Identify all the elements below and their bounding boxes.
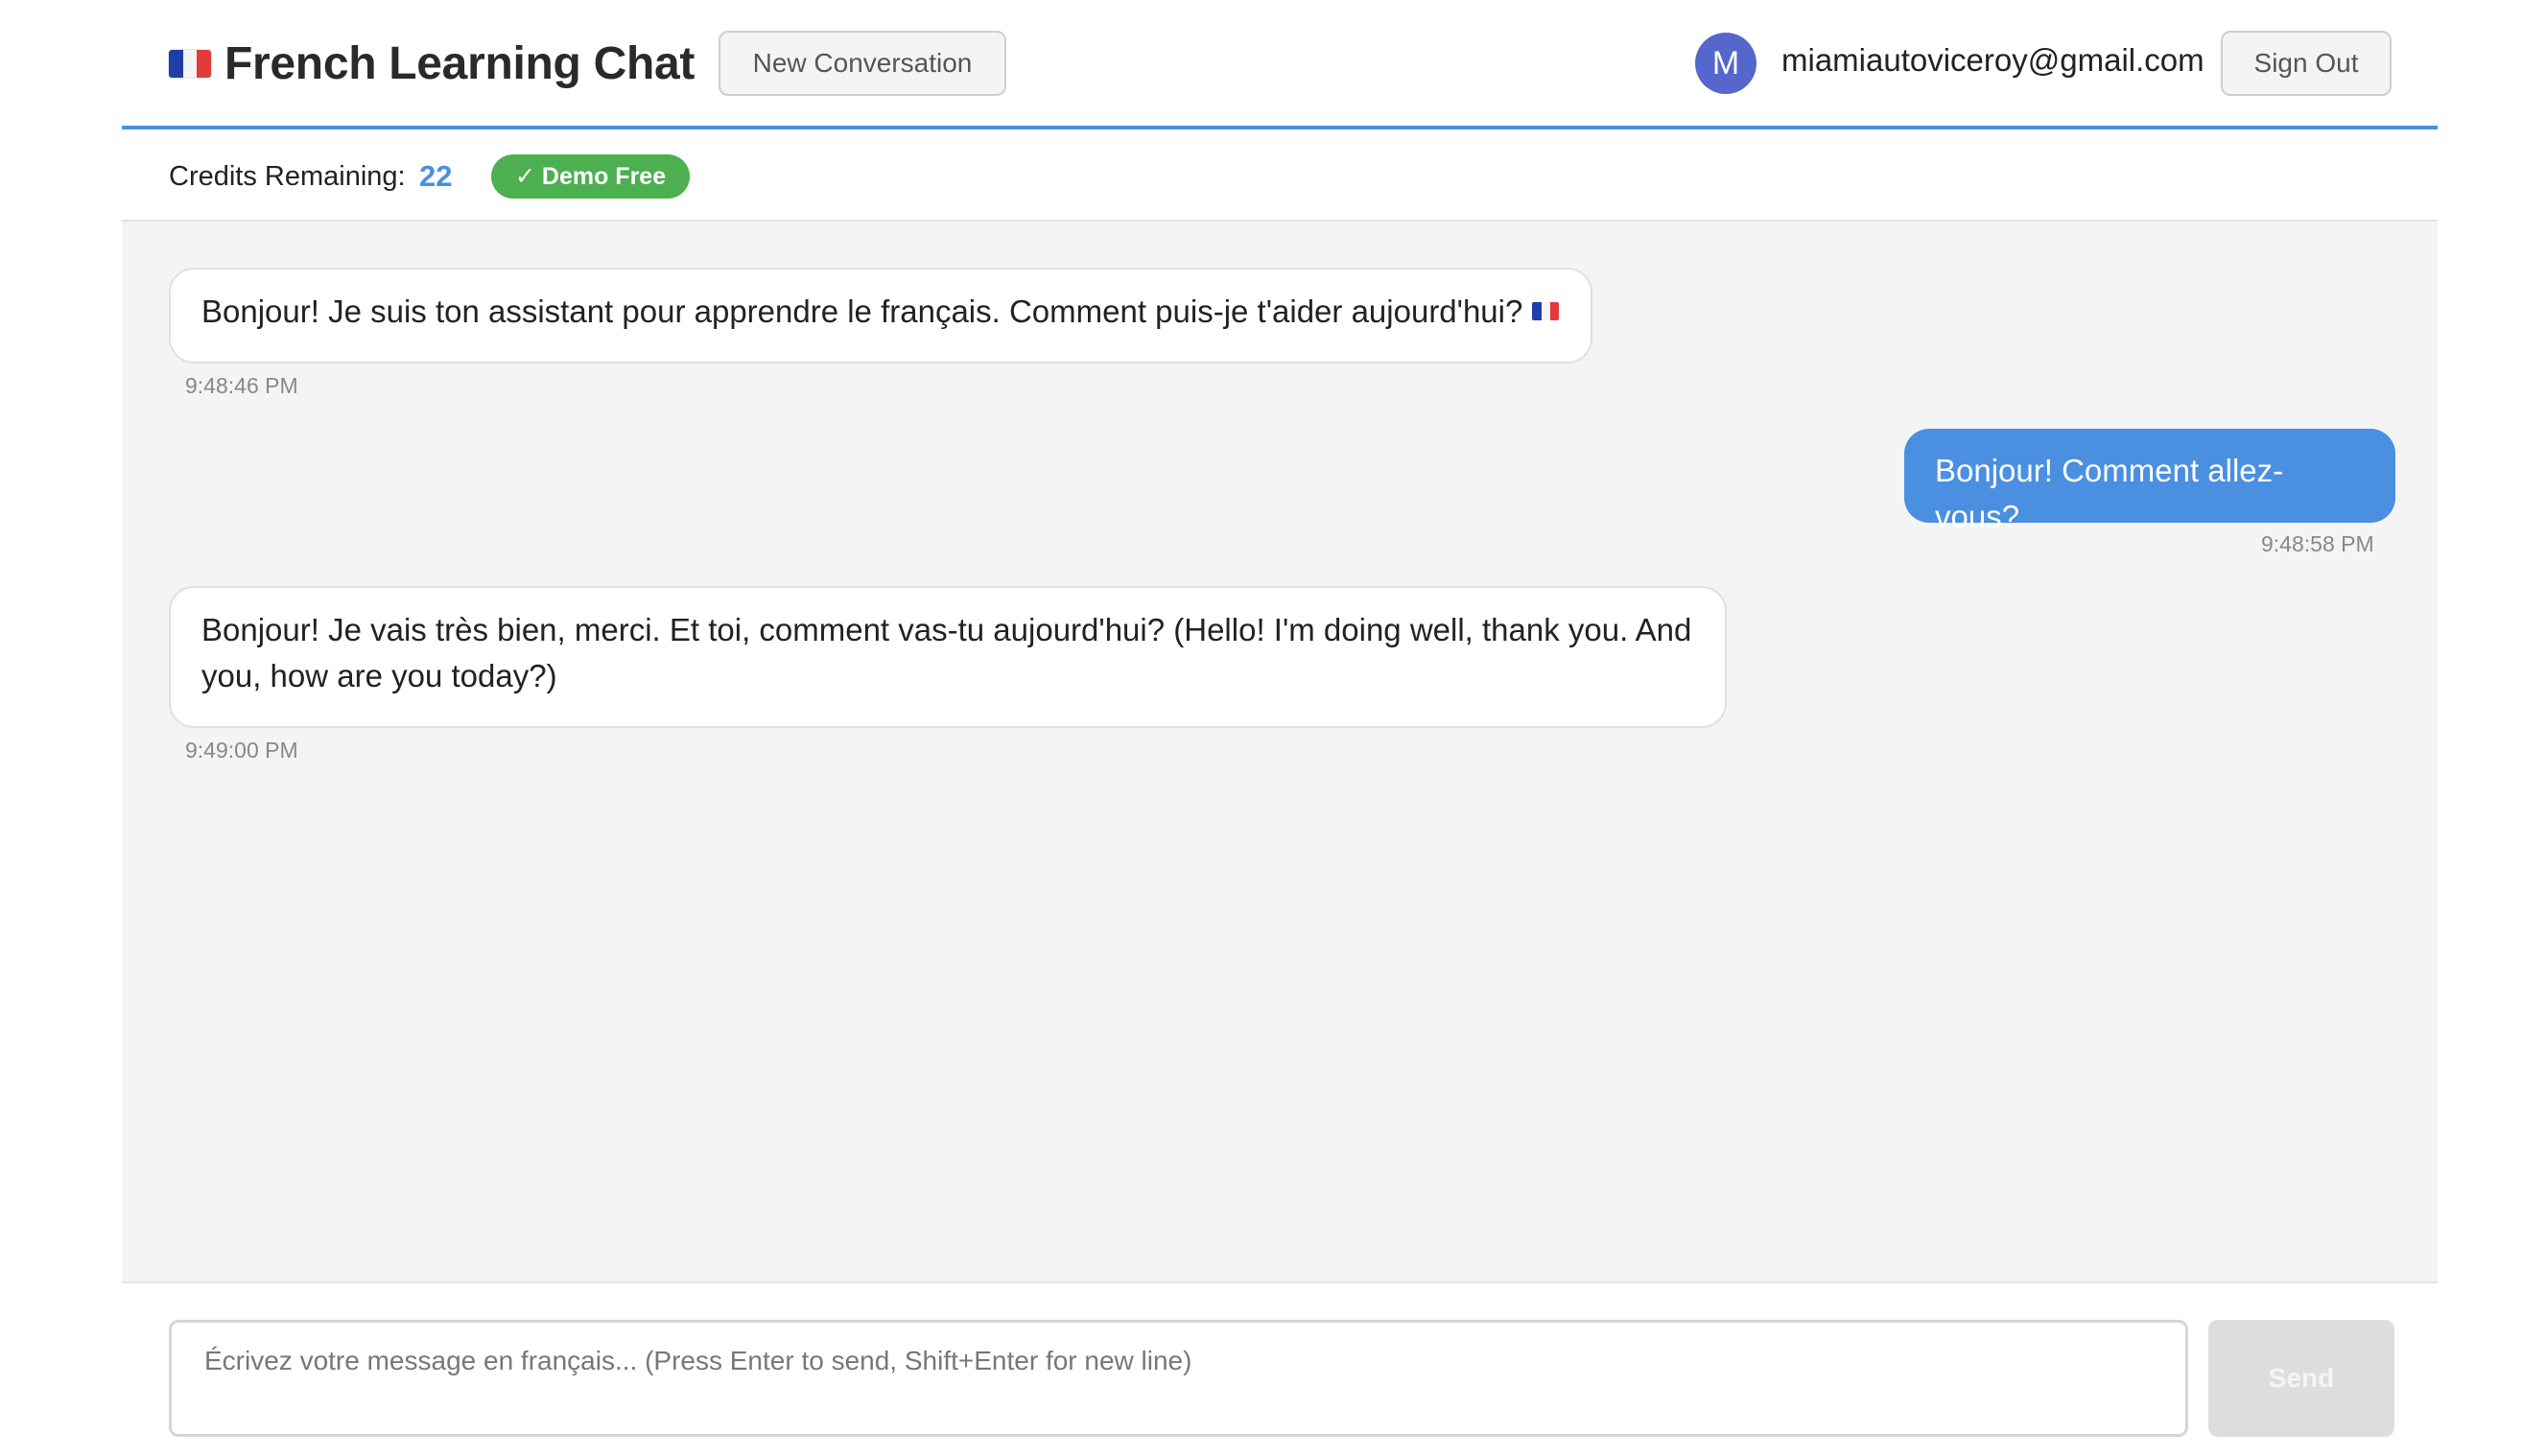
app-title: French Learning Chat — [224, 37, 695, 89]
new-conversation-button[interactable]: New Conversation — [719, 31, 1006, 96]
message-text: Bonjour! Comment allez-vous? — [1935, 453, 2284, 534]
avatar: M — [1695, 33, 1756, 94]
header: French Learning Chat New Conversation M … — [122, 0, 2438, 129]
user-message: Bonjour! Comment allez-vous? — [1904, 429, 2395, 534]
send-button[interactable]: Send — [2208, 1320, 2394, 1437]
message-timestamp: 9:49:00 PM — [185, 738, 298, 763]
message-timestamp: 9:48:58 PM — [2261, 531, 2374, 556]
sign-out-button[interactable]: Sign Out — [2221, 31, 2392, 96]
message-input[interactable] — [169, 1320, 2188, 1437]
assistant-message: Bonjour! Je vais très bien, merci. Et to… — [169, 586, 1727, 728]
demo-free-badge: ✓ Demo Free — [491, 154, 691, 199]
user-email: miamiautoviceroy@gmail.com — [1781, 42, 2204, 78]
app: French Learning Chat New Conversation M … — [122, 0, 2438, 1456]
message-text: Bonjour! Je suis ton assistant pour appr… — [201, 294, 1523, 329]
credits-value: 22 — [419, 159, 453, 193]
message-text: Bonjour! Je vais très bien, merci. Et to… — [201, 612, 1692, 693]
credits-bar: Credits Remaining: 22 ✓ Demo Free — [122, 133, 2438, 222]
chat-messages[interactable]: Bonjour! Je suis ton assistant pour appr… — [122, 222, 2438, 1283]
french-flag-icon — [169, 49, 211, 78]
credits-label: Credits Remaining: — [169, 161, 406, 192]
brand: French Learning Chat — [169, 33, 695, 94]
french-flag-icon — [1532, 301, 1560, 320]
message-timestamp: 9:48:46 PM — [185, 373, 298, 398]
assistant-message: Bonjour! Je suis ton assistant pour appr… — [169, 268, 1592, 364]
